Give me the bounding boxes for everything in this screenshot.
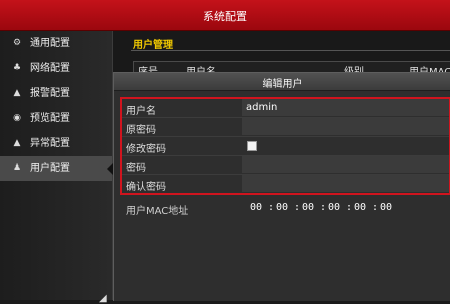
- edit-user-dialog: 编辑用户 用户名 原密码 修改密码 密码 确认密码 用户MAC地址 00 : 0…: [113, 72, 450, 301]
- mac-segment[interactable]: 00: [380, 202, 392, 213]
- sidebar-item-general[interactable]: ⚙ 通用配置: [0, 31, 112, 56]
- old-password-row: 原密码: [122, 118, 450, 137]
- mac-segment[interactable]: 00: [328, 202, 340, 213]
- mac-segment[interactable]: 00: [250, 202, 262, 213]
- mac-segment[interactable]: 00: [302, 202, 314, 213]
- username-label: 用户名: [126, 106, 156, 117]
- user-management-title: 用户管理: [133, 40, 173, 51]
- mac-segment[interactable]: 00: [354, 202, 366, 213]
- title-bar: 系统配置: [0, 0, 450, 31]
- confirm-password-input[interactable]: [242, 175, 450, 192]
- mac-segment[interactable]: 00: [276, 202, 288, 213]
- alarm-icon: ▲: [13, 88, 21, 98]
- change-password-row: 修改密码: [122, 137, 450, 156]
- sidebar-item-exception[interactable]: ▲ 异常配置: [0, 131, 112, 156]
- change-password-checkbox[interactable]: [247, 141, 257, 151]
- mac-label: 用户MAC地址: [126, 206, 189, 217]
- username-input[interactable]: [242, 99, 450, 116]
- section-divider: [131, 50, 450, 51]
- password-input[interactable]: [242, 156, 450, 173]
- sidebar-item-label: 通用配置: [30, 38, 70, 49]
- dialog-title-bar[interactable]: 编辑用户: [114, 73, 450, 91]
- network-icon: ♣: [12, 63, 22, 73]
- mac-separator: :: [294, 202, 301, 213]
- warning-icon: ▲: [13, 138, 21, 148]
- mac-separator: :: [268, 202, 275, 213]
- password-row: 密码: [122, 156, 450, 175]
- mac-separator: :: [372, 202, 379, 213]
- eye-icon: ◉: [13, 113, 21, 123]
- sidebar-item-network[interactable]: ♣ 网络配置: [0, 56, 112, 81]
- mac-separator: :: [346, 202, 353, 213]
- app-title: 系统配置: [203, 10, 247, 23]
- sidebar: ⚙ 通用配置 ♣ 网络配置 ▲ 报警配置 ◉ 预览配置 ▲ 异常配置 ♟ 用户配…: [0, 31, 113, 304]
- gear-icon: ⚙: [12, 38, 22, 48]
- corner-arrow-icon: ◢: [99, 293, 107, 304]
- change-password-label: 修改密码: [126, 144, 166, 155]
- mac-separator: :: [320, 202, 327, 213]
- sidebar-item-preview[interactable]: ◉ 预览配置: [0, 106, 112, 131]
- confirm-password-label: 确认密码: [126, 182, 166, 193]
- old-password-input[interactable]: [242, 118, 450, 135]
- users-icon: ♟: [12, 163, 22, 173]
- sidebar-item-users[interactable]: ♟ 用户配置: [0, 156, 113, 181]
- sidebar-item-label: 预览配置: [30, 113, 70, 124]
- sidebar-item-label: 报警配置: [30, 88, 70, 99]
- username-row: 用户名: [122, 99, 450, 118]
- confirm-password-row: 确认密码: [122, 175, 450, 194]
- sidebar-item-label: 用户配置: [30, 163, 70, 174]
- dialog-title: 编辑用户: [262, 79, 303, 90]
- mac-row: 用户MAC地址 00 : 00 : 00 : 00 : 00 : 00: [122, 199, 450, 217]
- sidebar-item-label: 异常配置: [30, 138, 70, 149]
- sidebar-item-label: 网络配置: [30, 63, 70, 74]
- sidebar-item-alarm[interactable]: ▲ 报警配置: [0, 81, 112, 106]
- old-password-label: 原密码: [126, 125, 156, 136]
- password-label: 密码: [126, 163, 146, 174]
